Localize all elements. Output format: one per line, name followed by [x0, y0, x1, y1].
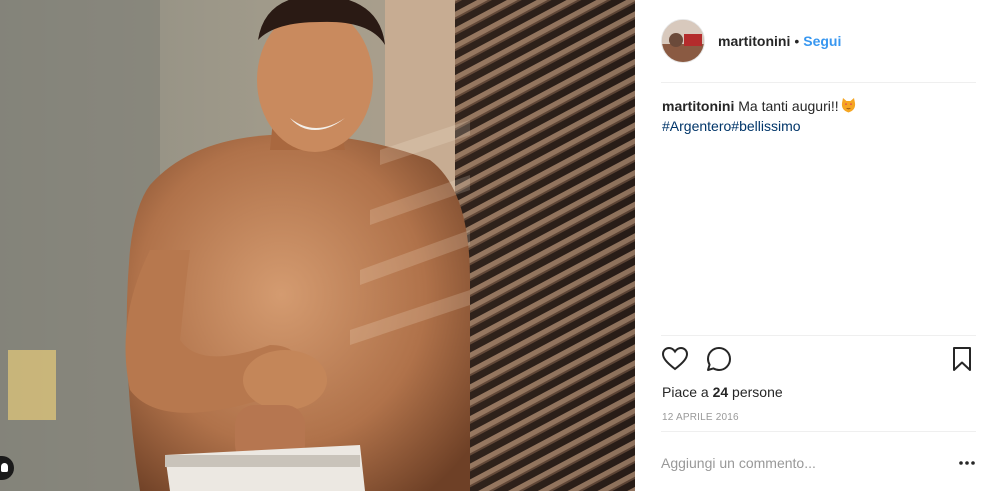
separator-dot: •: [794, 33, 800, 49]
likes-count[interactable]: Piace a 24 persone: [662, 384, 783, 400]
comment-bubble-icon[interactable]: [705, 345, 733, 373]
action-bar: [661, 345, 976, 375]
follow-button[interactable]: Segui: [803, 33, 841, 49]
caption: martitonini Ma tanti auguri!! #Argentero…: [662, 96, 972, 136]
divider: [661, 82, 976, 83]
post-header: martitonini • Segui: [661, 17, 976, 65]
likes-number: 24: [712, 384, 729, 400]
comment-input[interactable]: [661, 450, 931, 476]
likes-prefix: Piace a: [662, 384, 713, 400]
likes-suffix: persone: [728, 384, 783, 400]
more-options-icon[interactable]: [958, 454, 976, 472]
username-link[interactable]: martitonini: [718, 33, 790, 49]
photo-illustration: [0, 0, 635, 491]
heart-icon[interactable]: [661, 345, 689, 373]
divider: [661, 431, 976, 432]
hashtag-link[interactable]: #bellissimo: [731, 118, 800, 134]
hashtag-list: #Argentero#bellissimo: [662, 116, 972, 136]
post-photo[interactable]: [0, 0, 635, 491]
comment-form: [661, 448, 976, 478]
avatar[interactable]: [661, 19, 705, 63]
caption-text: Ma tanti auguri!!: [738, 98, 839, 114]
divider: [661, 335, 976, 336]
post-date[interactable]: 12 APRILE 2016: [662, 412, 739, 423]
bookmark-icon[interactable]: [948, 345, 976, 373]
post-side-panel: martitonini • Segui martitonini Ma tanti…: [635, 0, 1002, 491]
caption-username[interactable]: martitonini: [662, 98, 734, 114]
hashtag-link[interactable]: #Argentero: [662, 118, 731, 134]
cat-face-emoji-icon: [840, 97, 857, 114]
